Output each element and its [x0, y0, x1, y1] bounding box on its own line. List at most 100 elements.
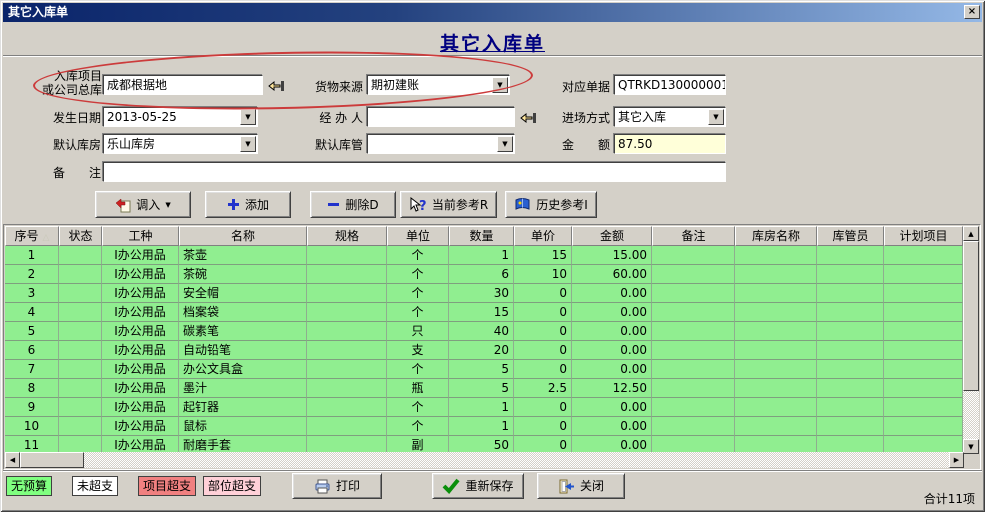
cell[interactable]: 60.00: [572, 265, 652, 284]
cell[interactable]: [307, 360, 387, 379]
cell[interactable]: 1: [5, 246, 59, 265]
picker-hand-icon[interactable]: [520, 110, 538, 126]
cell[interactable]: 0: [514, 303, 572, 322]
cell[interactable]: [59, 322, 102, 341]
cell[interactable]: 5: [449, 379, 514, 398]
column-header[interactable]: 备注: [652, 226, 735, 246]
cell[interactable]: 个: [387, 417, 449, 436]
cell[interactable]: 5: [449, 360, 514, 379]
cell[interactable]: 0: [514, 417, 572, 436]
cell[interactable]: [652, 284, 735, 303]
table-row[interactable]: 4I办公用品档案袋个1500.00: [5, 303, 964, 322]
cell[interactable]: [884, 265, 963, 284]
cell[interactable]: 碳素笔: [179, 322, 307, 341]
cell[interactable]: [735, 417, 817, 436]
cell[interactable]: I办公用品: [102, 303, 179, 322]
cell[interactable]: [884, 246, 963, 265]
cell[interactable]: 5: [5, 322, 59, 341]
scroll-down-icon[interactable]: ▼: [963, 439, 979, 454]
cell[interactable]: 个: [387, 398, 449, 417]
cell[interactable]: [59, 360, 102, 379]
doc-input[interactable]: QTRKD130000001: [614, 75, 726, 95]
save-button[interactable]: 重新保存: [432, 473, 524, 499]
cell[interactable]: [817, 379, 884, 398]
cell[interactable]: [307, 322, 387, 341]
cell[interactable]: [735, 341, 817, 360]
cell[interactable]: 0.00: [572, 398, 652, 417]
chevron-down-icon[interactable]: ▼: [708, 109, 724, 125]
cell[interactable]: 6: [5, 341, 59, 360]
cell[interactable]: [652, 341, 735, 360]
cell[interactable]: 0.00: [572, 360, 652, 379]
cell[interactable]: 10: [5, 417, 59, 436]
cell[interactable]: I办公用品: [102, 398, 179, 417]
cell[interactable]: 1: [449, 417, 514, 436]
cell[interactable]: [817, 246, 884, 265]
cell[interactable]: [307, 303, 387, 322]
cell[interactable]: [307, 341, 387, 360]
cell[interactable]: [307, 284, 387, 303]
scroll-right-icon[interactable]: ▶: [949, 452, 964, 468]
keeper-select[interactable]: ▼: [367, 134, 515, 154]
cell[interactable]: 1: [449, 246, 514, 265]
column-header[interactable]: 状态: [59, 226, 102, 246]
cell[interactable]: [817, 360, 884, 379]
chevron-down-icon[interactable]: ▼: [240, 136, 256, 152]
cell[interactable]: [884, 284, 963, 303]
cell[interactable]: [59, 303, 102, 322]
cell[interactable]: [884, 398, 963, 417]
close-button[interactable]: 关闭: [537, 473, 625, 499]
cell[interactable]: [735, 265, 817, 284]
cell[interactable]: 15: [449, 303, 514, 322]
print-button[interactable]: 打印: [292, 473, 382, 499]
cell[interactable]: 0: [514, 360, 572, 379]
cell[interactable]: 茶壶: [179, 246, 307, 265]
add-button[interactable]: 添加: [205, 191, 291, 218]
horizontal-scrollbar[interactable]: ◀ ▶: [5, 452, 964, 468]
cell[interactable]: [59, 398, 102, 417]
cell[interactable]: 30: [449, 284, 514, 303]
cell[interactable]: [59, 341, 102, 360]
cell[interactable]: [884, 322, 963, 341]
cell[interactable]: [652, 322, 735, 341]
cell[interactable]: 15: [514, 246, 572, 265]
column-header[interactable]: 单价: [514, 226, 572, 246]
cell[interactable]: 0: [514, 398, 572, 417]
cell[interactable]: [884, 417, 963, 436]
cell[interactable]: [817, 303, 884, 322]
chevron-down-icon[interactable]: ▼: [492, 77, 508, 93]
cell[interactable]: [59, 379, 102, 398]
cell[interactable]: 2: [5, 265, 59, 284]
table-row[interactable]: 8I办公用品墨汁瓶52.512.50: [5, 379, 964, 398]
cell[interactable]: [652, 360, 735, 379]
cell[interactable]: [884, 360, 963, 379]
cell[interactable]: [652, 379, 735, 398]
cell[interactable]: 个: [387, 303, 449, 322]
cell[interactable]: 支: [387, 341, 449, 360]
cell[interactable]: 个: [387, 246, 449, 265]
cell[interactable]: 7: [5, 360, 59, 379]
history-reference-button[interactable]: 历史参考I: [505, 191, 597, 218]
horizontal-scroll-thumb[interactable]: [20, 452, 84, 468]
table-row[interactable]: 7I办公用品办公文具盒个500.00: [5, 360, 964, 379]
cell[interactable]: [307, 379, 387, 398]
cell[interactable]: [735, 246, 817, 265]
table-row[interactable]: 2I办公用品茶碗个61060.00: [5, 265, 964, 284]
cell[interactable]: 0.00: [572, 303, 652, 322]
close-icon[interactable]: ×: [964, 5, 980, 19]
cell[interactable]: [817, 341, 884, 360]
title-bar[interactable]: 其它入库单 ×: [3, 3, 982, 22]
cell[interactable]: I办公用品: [102, 341, 179, 360]
chevron-down-icon[interactable]: ▼: [497, 136, 513, 152]
cell[interactable]: 安全帽: [179, 284, 307, 303]
vertical-scrollbar[interactable]: ▲ ▼: [963, 226, 979, 454]
cell[interactable]: [817, 417, 884, 436]
vertical-scroll-thumb[interactable]: [963, 241, 979, 391]
cell[interactable]: 茶碗: [179, 265, 307, 284]
cell[interactable]: 瓶: [387, 379, 449, 398]
cell[interactable]: 20: [449, 341, 514, 360]
column-header[interactable]: 规格: [307, 226, 387, 246]
cell[interactable]: 15.00: [572, 246, 652, 265]
import-button[interactable]: 调入 ▼: [95, 191, 191, 218]
scroll-left-icon[interactable]: ◀: [5, 452, 20, 468]
